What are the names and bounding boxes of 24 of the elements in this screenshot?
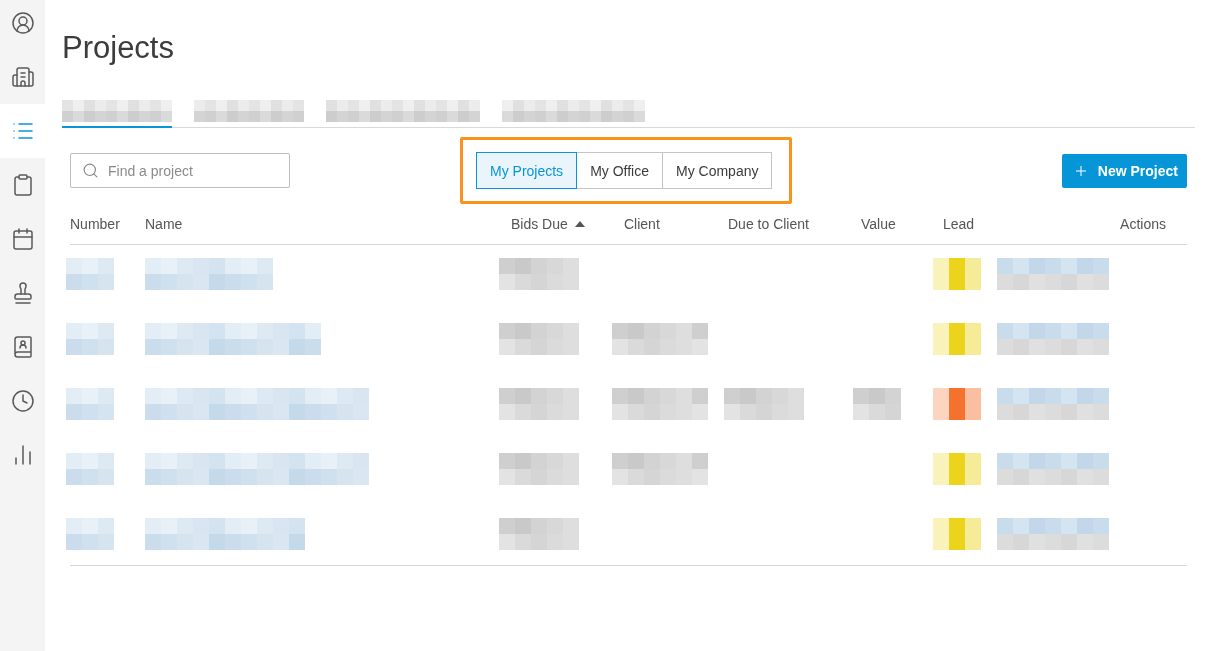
- building-icon: [10, 65, 35, 89]
- blurred-text: [853, 388, 901, 420]
- column-header[interactable]: Value: [861, 216, 896, 232]
- search-field[interactable]: Find a project: [70, 153, 290, 188]
- column-header[interactable]: Client: [624, 216, 660, 232]
- filter-toggle-button[interactable]: My Company: [662, 152, 773, 189]
- calendar-icon: [10, 227, 35, 251]
- column-header[interactable]: Due to Client: [728, 216, 809, 232]
- blurred-text: [66, 518, 114, 550]
- column-header[interactable]: Name: [145, 216, 183, 232]
- column-header[interactable]: Number: [70, 216, 120, 232]
- blurred-text: [66, 258, 114, 290]
- column-header[interactable]: Bids Due: [511, 216, 568, 232]
- filter-toggle-button[interactable]: My Office: [576, 152, 663, 189]
- column-header[interactable]: Lead: [943, 216, 975, 232]
- user-circle-icon: [10, 11, 35, 35]
- clock-icon: [10, 389, 35, 413]
- blurred-text: [66, 388, 114, 420]
- tab[interactable]: [62, 100, 172, 128]
- search-icon: [82, 162, 99, 179]
- blurred-text: [66, 323, 114, 355]
- page-title: Projects: [62, 30, 175, 66]
- blurred-text: [66, 453, 114, 485]
- column-header[interactable]: Actions: [1120, 216, 1166, 232]
